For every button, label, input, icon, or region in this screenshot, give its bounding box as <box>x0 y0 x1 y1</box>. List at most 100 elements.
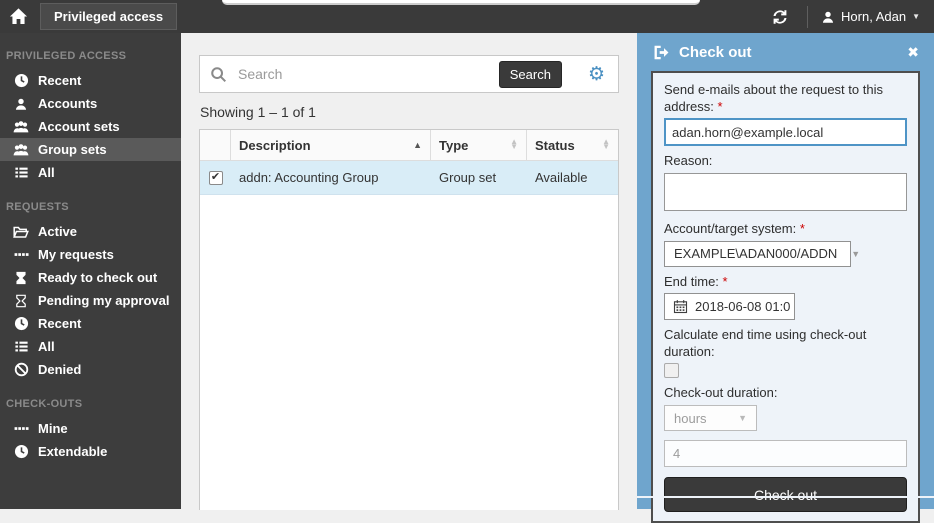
results-table: Description ▲ Type ▲ ▼ Status ▲ ▼ <box>199 129 619 510</box>
sidebar-item-label: Denied <box>38 362 81 377</box>
email-label-text: Send e-mails about the request to this a… <box>664 82 883 114</box>
sidebar-item-pending-my-approval[interactable]: Pending my approval <box>0 289 181 312</box>
sidebar-item-label: Mine <box>38 421 68 436</box>
caret-down-icon: ▼ <box>851 249 860 259</box>
duration-unit-select[interactable]: hours ▼ <box>664 405 757 431</box>
sidebar-item-label: All <box>38 339 55 354</box>
search-input[interactable] <box>236 65 499 83</box>
home-icon <box>9 7 28 26</box>
users-icon <box>13 142 29 158</box>
hourglass-outline-icon <box>13 293 29 309</box>
search-box: Search ⚙ <box>199 55 619 93</box>
end-time-label-text: End time: <box>664 274 719 289</box>
dots-icon <box>13 247 29 263</box>
folder-open-icon <box>13 224 29 240</box>
sidebar-item-label: Accounts <box>38 96 97 111</box>
calc-end-time-label: Calculate end time using check-out durat… <box>664 327 907 360</box>
column-label: Description <box>239 138 311 153</box>
sidebar-item-account-sets[interactable]: Account sets <box>0 115 181 138</box>
cell-status: Available <box>527 170 618 185</box>
sidebar-item-label: All <box>38 165 55 180</box>
sidebar-section-requests: REQUESTS <box>0 184 181 220</box>
clock-icon <box>13 73 29 89</box>
calc-end-time-checkbox[interactable] <box>664 363 679 378</box>
required-marker: * <box>800 221 805 236</box>
sidebar-item-accounts[interactable]: Accounts <box>0 92 181 115</box>
cell-type: Group set <box>431 170 527 185</box>
sidebar-item-label: Account sets <box>38 119 120 134</box>
column-header-description[interactable]: Description ▲ <box>231 130 431 160</box>
email-label: Send e-mails about the request to this a… <box>664 82 907 115</box>
end-time-label: End time: * <box>664 274 907 291</box>
sidebar-item-my-requests[interactable]: My requests <box>0 243 181 266</box>
caret-down-icon: ▼ <box>738 413 747 423</box>
email-field[interactable] <box>664 118 907 146</box>
account-label: Account/target system: * <box>664 221 907 238</box>
check-out-panel-header: Check out ✖ <box>637 33 934 71</box>
user-icon <box>13 96 29 112</box>
sidebar-item-group-sets[interactable]: Group sets <box>0 138 181 161</box>
check-out-icon <box>652 44 669 61</box>
sort-asc-icon: ▲ <box>413 140 422 150</box>
sidebar-item-recent-requests[interactable]: Recent <box>0 312 181 335</box>
sidebar-item-ready-to-check-out[interactable]: Ready to check out <box>0 266 181 289</box>
close-icon[interactable]: ✖ <box>907 45 919 59</box>
cell-description: addn: Accounting Group <box>231 170 431 185</box>
end-time-field[interactable]: 2018-06-08 01:0 <box>664 293 795 320</box>
list-icon <box>13 165 29 181</box>
column-header-status[interactable]: Status ▲ ▼ <box>527 130 618 160</box>
result-count-text: Showing 1 – 1 of 1 <box>200 104 316 120</box>
ban-icon <box>13 362 29 378</box>
sidebar-section-privileged-access: PRIVILEGED ACCESS <box>0 33 181 69</box>
sort-down-icon: ▼ <box>510 145 518 150</box>
row-checkbox-cell: ✔ <box>200 171 231 185</box>
sidebar-item-all-requests[interactable]: All <box>0 335 181 358</box>
user-menu[interactable]: Horn, Adan ▼ <box>821 9 920 24</box>
column-label: Type <box>439 138 468 153</box>
sidebar-item-extendable[interactable]: Extendable <box>0 440 181 463</box>
sidebar-item-label: Group sets <box>38 142 107 157</box>
calendar-icon <box>673 299 688 314</box>
row-checkbox[interactable]: ✔ <box>209 171 223 185</box>
gear-icon[interactable]: ⚙ <box>588 65 605 84</box>
search-button[interactable]: Search <box>499 61 562 88</box>
check-out-panel: Check out ✖ Send e-mails about the reque… <box>637 33 934 509</box>
sidebar-item-label: Recent <box>38 316 81 331</box>
table-row[interactable]: ✔ addn: Accounting Group Group set Avail… <box>200 161 618 195</box>
privileged-access-button[interactable]: Privileged access <box>40 3 177 30</box>
caret-down-icon: ▼ <box>912 12 920 21</box>
sidebar-item-mine[interactable]: Mine <box>0 417 181 440</box>
sort-icon: ▲ ▼ <box>510 140 518 150</box>
duration-value-field[interactable] <box>664 440 907 467</box>
clock-icon <box>13 444 29 460</box>
required-marker: * <box>723 274 728 289</box>
column-header-type[interactable]: Type ▲ ▼ <box>431 130 527 160</box>
topbar-divider <box>807 6 808 28</box>
panel-title: Check out <box>679 44 752 61</box>
sidebar-item-denied[interactable]: Denied <box>0 358 181 381</box>
user-name: Horn, Adan <box>841 9 906 24</box>
topbar-right-group: Horn, Adan ▼ <box>766 5 934 29</box>
duration-unit-value: hours <box>674 411 707 426</box>
duration-label: Check-out duration: <box>664 385 907 402</box>
sidebar-item-active[interactable]: Active <box>0 220 181 243</box>
sidebar-item-all-access[interactable]: All <box>0 161 181 184</box>
account-target-select[interactable]: EXAMPLE\ADAN000/ADDN ▼ <box>664 241 851 267</box>
refresh-button[interactable] <box>766 5 794 29</box>
search-icon <box>210 66 227 83</box>
account-label-text: Account/target system: <box>664 221 796 236</box>
users-icon <box>13 119 29 135</box>
main-content: Search ⚙ Showing 1 – 1 of 1 Description … <box>181 33 637 509</box>
home-button[interactable] <box>0 0 36 33</box>
sidebar-section-check-outs: CHECK-OUTS <box>0 381 181 417</box>
sort-icon: ▲ ▼ <box>602 140 610 150</box>
sidebar-item-label: Pending my approval <box>38 293 169 308</box>
reason-field[interactable] <box>664 173 907 211</box>
check-out-button[interactable]: Check out <box>664 477 907 512</box>
select-all-header-cell <box>200 130 231 160</box>
sidebar-item-recent[interactable]: Recent <box>0 69 181 92</box>
required-marker: * <box>718 99 723 114</box>
list-icon <box>13 339 29 355</box>
sidebar-nav: PRIVILEGED ACCESS Recent Accounts Accoun… <box>0 33 181 509</box>
reason-label: Reason: <box>664 153 907 170</box>
